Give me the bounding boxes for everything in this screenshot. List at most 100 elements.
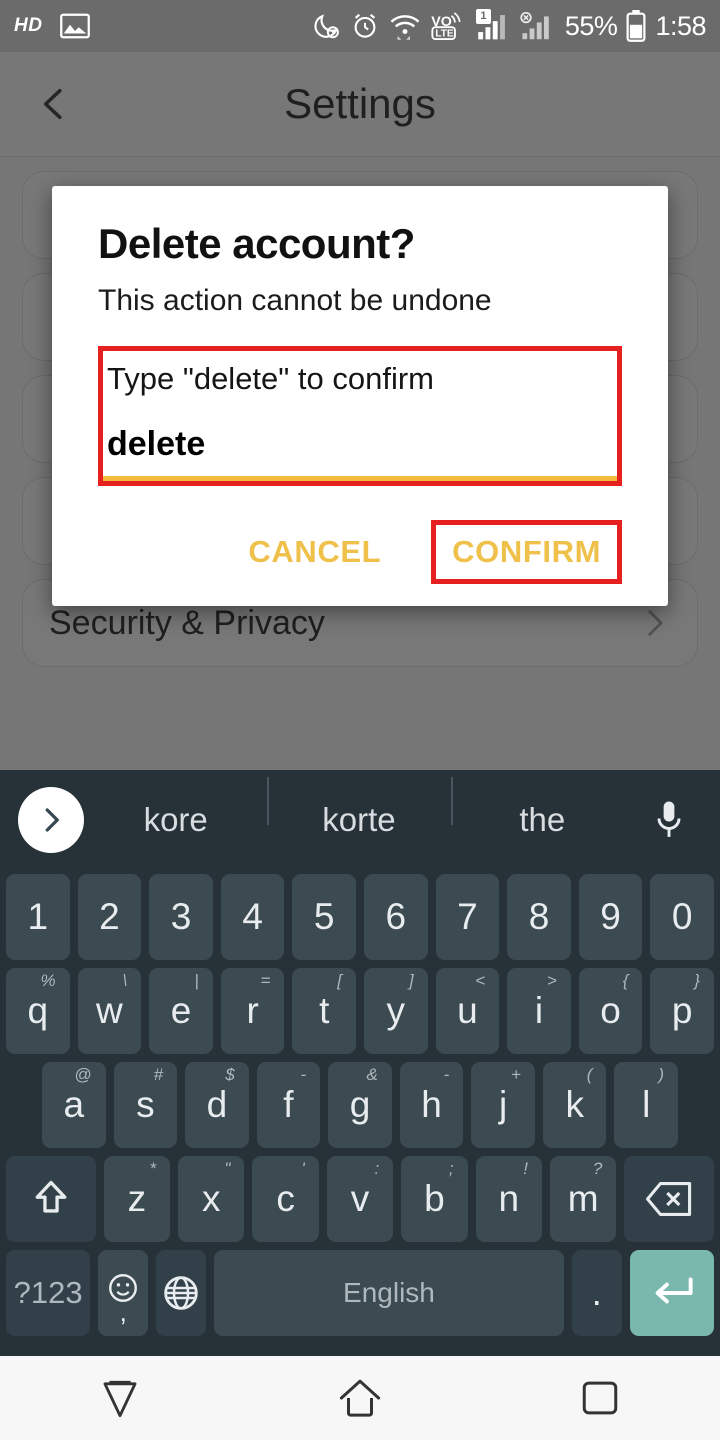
key-d[interactable]: $ d [185, 1062, 249, 1148]
suggestion-item[interactable]: kore [84, 801, 267, 839]
keyboard-row-home: @ a # s $ d -f & g -h + j (k ) l [0, 1062, 720, 1148]
microphone-icon[interactable] [634, 800, 704, 840]
key-z-alt: * [149, 1159, 157, 1178]
keyboard-row-bottom: * z " x ' c :v ; b ! n ? m [0, 1156, 720, 1242]
key-k[interactable]: (k [542, 1062, 607, 1148]
key-n-alt: ! [523, 1159, 528, 1178]
key-f-alt: - [300, 1065, 307, 1084]
key-i[interactable]: > i [507, 968, 571, 1054]
key-7[interactable]: 7 [435, 874, 500, 960]
key-n[interactable]: ! n [475, 1156, 542, 1242]
backspace-icon[interactable] [624, 1156, 714, 1242]
shift-arrow-up-icon[interactable] [6, 1156, 96, 1242]
dialog-title: Delete account? [98, 220, 415, 267]
enter-return-icon[interactable] [629, 1250, 714, 1336]
key-q[interactable]: % q [6, 968, 70, 1054]
key-g[interactable]: & g [328, 1062, 392, 1148]
key-r[interactable]: = r [220, 968, 285, 1054]
key-b-label: b [424, 1178, 445, 1219]
key-t-alt: [ [337, 971, 342, 990]
key-y[interactable]: ] y [364, 968, 428, 1054]
key-m[interactable]: ? m [549, 1156, 617, 1242]
confirm-input[interactable]: Type "delete" to confirm delete [103, 351, 617, 481]
svg-text:LTE: LTE [435, 29, 454, 40]
key-4[interactable]: 4 [220, 874, 285, 960]
key-v[interactable]: :v [326, 1156, 394, 1242]
key-2[interactable]: 2 [77, 874, 142, 960]
nav-home-icon[interactable] [300, 1368, 420, 1428]
key-x[interactable]: " x [178, 1156, 245, 1242]
expand-toolbar-button[interactable] [18, 787, 84, 853]
key-1[interactable]: 1 [6, 874, 70, 960]
signal-bars-sim2-disabled-icon [520, 11, 556, 41]
key-a[interactable]: @ a [41, 1062, 106, 1148]
key-h[interactable]: -h [399, 1062, 464, 1148]
screenshot-image-icon [60, 13, 91, 39]
key-b[interactable]: ; b [401, 1156, 468, 1242]
cancel-button[interactable]: CANCEL [226, 520, 403, 584]
key-u[interactable]: < u [435, 968, 500, 1054]
key-x-label: x [201, 1178, 221, 1219]
battery-percent-label: 55% [564, 10, 618, 41]
space-key[interactable]: English [214, 1250, 564, 1336]
key-u-alt: < [475, 971, 486, 990]
nav-recents-icon[interactable] [540, 1368, 660, 1428]
key-p[interactable]: } p [650, 968, 714, 1054]
key-n-label: n [498, 1178, 520, 1219]
do-not-disturb-moon-icon [311, 11, 341, 41]
sim1-badge: 1 [475, 9, 491, 24]
key-o[interactable]: {o [578, 968, 643, 1054]
key-f-label: f [283, 1084, 294, 1125]
key-w[interactable]: \ w [77, 968, 142, 1054]
confirm-button[interactable]: CONFIRM [436, 525, 617, 579]
signal-bars-sim1-icon: 1 [475, 9, 511, 41]
suggestion-item[interactable]: the [450, 777, 634, 839]
confirm-input-highlight: Type "delete" to confirm delete [98, 346, 622, 486]
key-j[interactable]: + j [471, 1062, 535, 1148]
key-z[interactable]: * z [103, 1156, 171, 1242]
key-x-alt: " [224, 1159, 231, 1178]
key-f[interactable]: -f [256, 1062, 321, 1148]
key-0[interactable]: 0 [650, 874, 714, 960]
keyboard-row-top: % q \ w | e = r [t ] y < u > i {o } p [0, 968, 720, 1054]
status-bar-left: HD [14, 13, 91, 39]
key-a-label: a [63, 1084, 85, 1125]
key-w-alt: \ [122, 971, 128, 990]
key-h-label: h [421, 1084, 442, 1125]
status-bar: HD VO LTE 1 55% 1:58 [0, 0, 720, 52]
suggestion-item[interactable]: korte [267, 777, 450, 839]
period-key[interactable]: . [571, 1250, 622, 1336]
key-j-alt: + [510, 1065, 521, 1084]
key-8[interactable]: 8 [507, 874, 571, 960]
key-j-label: j [499, 1084, 508, 1125]
key-p-label: p [671, 990, 693, 1031]
key-l[interactable]: ) l [614, 1062, 679, 1148]
confirm-input-value[interactable]: delete [107, 425, 613, 476]
key-5[interactable]: 5 [292, 874, 356, 960]
key-e-alt: | [194, 971, 199, 990]
globe-language-icon[interactable] [156, 1250, 207, 1336]
key-o-label: o [600, 990, 621, 1031]
key-c[interactable]: ' c [252, 1156, 319, 1242]
key-6[interactable]: 6 [364, 874, 428, 960]
volte-icon: VO LTE [430, 11, 468, 41]
clock-label: 1:58 [655, 10, 706, 41]
key-o-alt: { [622, 971, 629, 990]
navigation-bar [0, 1356, 720, 1440]
key-l-alt: ) [658, 1065, 665, 1084]
emoji-smiley-icon[interactable]: , [98, 1250, 149, 1336]
key-i-label: i [534, 990, 544, 1031]
suggestion-bar: kore korte the [0, 770, 720, 870]
symbols-key[interactable]: ?123 [6, 1250, 91, 1336]
key-9[interactable]: 9 [578, 874, 643, 960]
key-s[interactable]: # s [113, 1062, 178, 1148]
nav-back-triangle-icon[interactable] [60, 1368, 180, 1428]
key-e-label: e [170, 990, 192, 1031]
key-3[interactable]: 3 [149, 874, 213, 960]
alarm-clock-icon [350, 11, 380, 41]
emoji-key-sub-label: , [119, 1297, 127, 1327]
key-t[interactable]: [t [292, 968, 356, 1054]
key-e[interactable]: | e [149, 968, 213, 1054]
key-m-alt: ? [592, 1159, 603, 1178]
key-r-alt: = [260, 971, 271, 990]
